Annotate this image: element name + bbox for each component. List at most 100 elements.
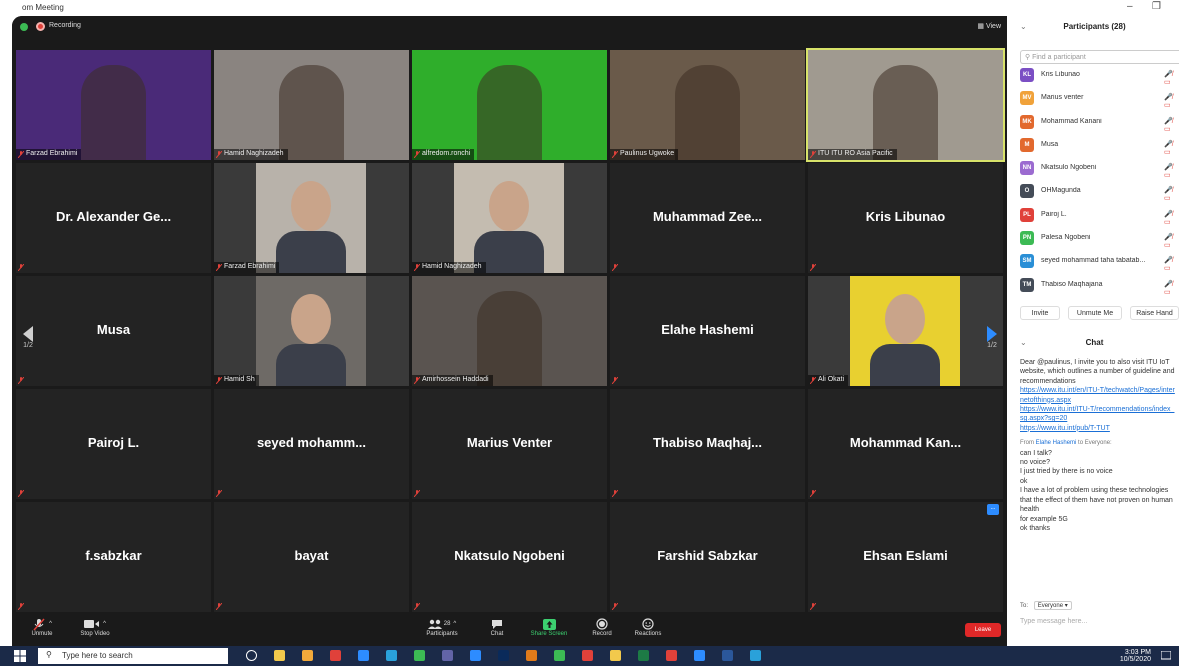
participant-row[interactable]: O OHMagunda 🎤̸ ▭ — [1020, 180, 1179, 203]
participant-tile[interactable]: Hamid Naghizadeh — [412, 163, 607, 273]
video-camera-icon — [84, 620, 100, 628]
task-view-icon[interactable] — [246, 650, 257, 661]
participant-tile[interactable]: f.sabzkar — [16, 502, 211, 612]
encryption-shield-icon[interactable] — [20, 23, 28, 31]
folder-icon[interactable] — [302, 650, 313, 661]
minimize-button[interactable]: – — [1127, 1, 1133, 12]
app-icon[interactable] — [750, 650, 761, 661]
participant-list-name: Pairoj L. — [1041, 210, 1067, 218]
chat-link[interactable]: https://www.itu.int/pub/T-TUT — [1020, 424, 1176, 433]
leave-button[interactable]: Leave — [965, 623, 1001, 637]
participant-tile[interactable]: Muhammad Zee... — [610, 163, 805, 273]
participant-tile[interactable]: Elahe Hashemi — [610, 276, 805, 386]
participant-tile[interactable]: Dr. Alexander Ge... — [16, 163, 211, 273]
side-panel: ⌄ Participants (28) ⚲ Find a participant… — [1010, 16, 1179, 646]
participants-button[interactable]: 28 ^ Participants — [417, 617, 467, 637]
participant-tile[interactable]: Thabiso Maqhaj... — [610, 389, 805, 499]
view-button[interactable]: ▦ View — [977, 22, 1001, 30]
recipient-dropdown[interactable]: Everyone ▾ — [1033, 601, 1072, 610]
mic-muted-icon: 🎤̸ ▭ — [1164, 164, 1173, 180]
stop-video-button[interactable]: ^ Stop Video — [70, 617, 120, 637]
participant-tile[interactable]: seyed mohamm... — [214, 389, 409, 499]
collapse-chevron-icon[interactable]: ⌄ — [1020, 22, 1027, 31]
previous-page-button[interactable]: 1/2 — [18, 326, 38, 366]
mail-icon[interactable] — [470, 650, 481, 661]
app-icon[interactable] — [582, 650, 593, 661]
restore-button[interactable]: ❐ — [1152, 1, 1161, 12]
participant-tile[interactable]: Mohammad Kan... — [808, 389, 1003, 499]
participant-row[interactable]: MK Mohammad Kanani 🎤̸ ▭ — [1020, 111, 1179, 134]
app-icon[interactable] — [554, 650, 565, 661]
mic-muted-icon — [18, 151, 24, 158]
participant-tile[interactable]: Paulinus Ugwoke — [610, 50, 805, 160]
chat-link[interactable]: https://www.itu.int/ITU-T/recommendation… — [1020, 405, 1176, 424]
zoom-icon[interactable] — [694, 650, 705, 661]
participant-tile[interactable]: Amirhossein Haddadi — [412, 276, 607, 386]
chrome-icon[interactable] — [330, 650, 341, 661]
participant-tile[interactable]: Ehsan Eslami — [808, 502, 1003, 612]
mic-muted-icon — [414, 603, 420, 610]
raise-hand-button[interactable]: Raise Hand — [1130, 306, 1179, 320]
mic-muted-icon — [612, 377, 618, 384]
participant-tile[interactable]: Farzad Ebrahimi — [16, 50, 211, 160]
participant-row[interactable]: PL Pairoj L. 🎤̸ ▭ — [1020, 204, 1179, 227]
taskbar-search-input[interactable]: ⚲ Type here to search — [38, 648, 228, 664]
participant-row[interactable]: PN Palesa Ngobeni 🎤̸ ▭ — [1020, 227, 1179, 250]
windows-start-icon[interactable] — [14, 650, 26, 662]
participant-tile[interactable]: Nkatsulo Ngobeni — [412, 502, 607, 612]
participant-row[interactable]: KL Kris Libunao 🎤̸ ▭ — [1020, 64, 1179, 87]
photoshop-icon[interactable] — [498, 650, 509, 661]
system-tray-clock[interactable]: 3:03 PM 10/5/2020 — [1120, 649, 1151, 663]
chat-link[interactable]: https://www.itu.int/en/ITU-T/techwatch/P… — [1020, 386, 1176, 405]
telegram-icon[interactable] — [386, 650, 397, 661]
word-icon[interactable] — [722, 650, 733, 661]
participant-tile[interactable]: Hamid Naghizadeh — [214, 50, 409, 160]
chrome-icon[interactable] — [414, 650, 425, 661]
unmute-me-button[interactable]: Unmute Me — [1068, 306, 1122, 320]
share-screen-button[interactable]: Share Screen — [526, 617, 572, 637]
participant-tile[interactable]: Marius Venter — [412, 389, 607, 499]
chat-collapse-chevron-icon[interactable]: ⌄ — [1020, 338, 1027, 347]
participant-row[interactable]: NN Nkatsulo Ngobeni 🎤̸ ▭ — [1020, 157, 1179, 180]
participant-tile[interactable]: bayat — [214, 502, 409, 612]
participant-tile[interactable]: Ali Okati — [808, 276, 1003, 386]
next-page-button[interactable]: 1/2 — [982, 326, 1002, 366]
participant-tile[interactable]: Pairoj L. — [16, 389, 211, 499]
mic-muted-icon — [216, 603, 222, 610]
chat-button[interactable]: Chat — [482, 617, 512, 637]
file-explorer-icon[interactable] — [274, 650, 285, 661]
invite-button[interactable]: Invite — [1020, 306, 1060, 320]
teams-icon[interactable] — [442, 650, 453, 661]
mic-muted-icon: 🎤̸ ▭ — [1164, 71, 1173, 86]
participant-row[interactable]: MV Marius venter 🎤̸ ▭ — [1020, 87, 1179, 110]
participant-name-label: Hamid Naghizadeh — [214, 149, 288, 160]
mic-muted-icon: 🎤̸ ▭ — [1164, 140, 1173, 156]
edge-icon[interactable] — [358, 650, 369, 661]
acrobat-icon[interactable] — [666, 650, 677, 661]
mic-muted-icon — [216, 151, 222, 158]
participant-row[interactable]: TM Thabiso Maqhajana 🎤̸ ▭ — [1020, 274, 1179, 297]
participant-tile[interactable]: Farzad Ebrahimi — [214, 163, 409, 273]
participant-row[interactable]: M Musa 🎤̸ ▭ — [1020, 134, 1179, 157]
record-button[interactable]: Record — [587, 617, 617, 637]
participant-tile[interactable]: Kris Libunao — [808, 163, 1003, 273]
participant-row[interactable]: SM seyed mohammad taha tabatab... 🎤̸ ▭ — [1020, 250, 1179, 273]
participant-tile[interactable]: Hamid Sh — [214, 276, 409, 386]
participant-tile[interactable]: Farshid Sabzkar — [610, 502, 805, 612]
chat-notification-badge[interactable]: ... — [987, 504, 999, 515]
sticky-notes-icon[interactable] — [610, 650, 621, 661]
notification-icon[interactable] — [1161, 651, 1171, 661]
participant-search-input[interactable]: ⚲ Find a participant — [1020, 50, 1179, 64]
illustrator-icon[interactable] — [526, 650, 537, 661]
participant-tile[interactable]: ITU ITU RO Asia Pacific — [806, 48, 1005, 162]
excel-icon[interactable] — [638, 650, 649, 661]
chat-message-input[interactable]: Type message here... — [1020, 618, 1087, 625]
participant-list-name: Thabiso Maqhajana — [1041, 280, 1103, 288]
unmute-button[interactable]: ^ Unmute — [22, 617, 62, 637]
participant-tile[interactable]: alfredom.ronchi — [412, 50, 607, 160]
participant-tile[interactable]: Musa — [16, 276, 211, 386]
sender-name[interactable]: Elahe Hashemi — [1036, 440, 1077, 446]
reactions-button[interactable]: Reactions — [630, 617, 666, 637]
participant-video — [477, 291, 542, 386]
recording-icon — [36, 22, 45, 31]
